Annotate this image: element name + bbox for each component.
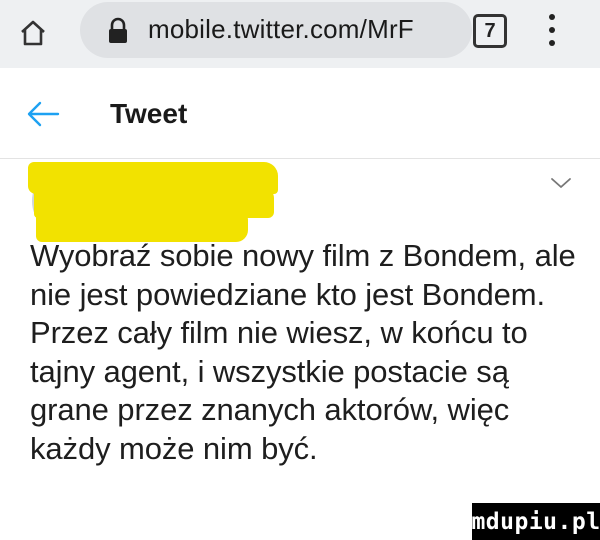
menu-dot [549, 40, 555, 46]
tab-switcher-button[interactable]: 7 [473, 14, 507, 48]
browser-toolbar: mobile.twitter.com/MrF 7 [0, 0, 600, 68]
chevron-down-icon[interactable] [548, 174, 574, 192]
arrow-left-icon[interactable] [26, 100, 60, 128]
watermark-logo: mdupiu.pl [471, 503, 600, 540]
tweet-text: Wyobraź sobie nowy film z Bondem, ale ni… [30, 238, 576, 466]
menu-dot [549, 14, 555, 20]
page-header: Tweet [0, 70, 600, 159]
menu-dot [549, 27, 555, 33]
page-title: Tweet [110, 98, 188, 129]
lock-icon [109, 17, 127, 43]
tweet-author[interactable] [0, 158, 600, 242]
url-text[interactable]: mobile.twitter.com/MrF [148, 14, 458, 45]
kebab-menu-icon[interactable] [538, 10, 566, 50]
home-button[interactable] [14, 14, 52, 52]
home-icon [21, 20, 45, 46]
